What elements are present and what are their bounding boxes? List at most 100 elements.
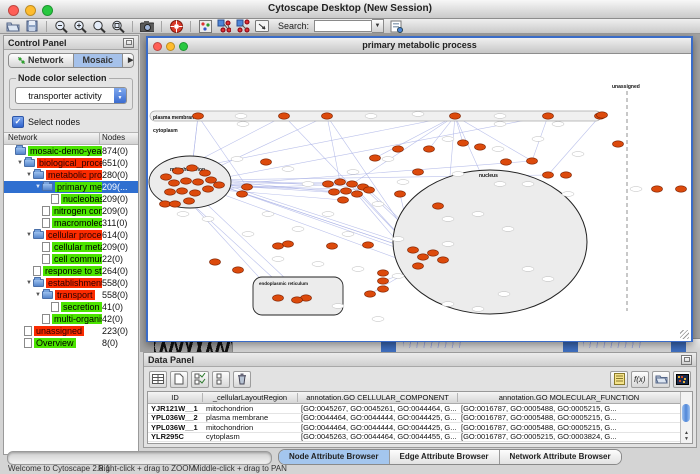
expander-icon[interactable]: ▼ <box>34 292 42 298</box>
float-panel-icon[interactable] <box>123 38 134 48</box>
network-node[interactable] <box>273 295 284 301</box>
vizmapper-icon[interactable] <box>198 20 212 33</box>
tree-item-multi-organism-process[interactable]: multi-organism pro42(0) <box>4 313 138 325</box>
titlebar[interactable]: Cytoscape Desktop (New Session) <box>0 0 700 19</box>
column-header-molecular-function[interactable]: annotation.GO MOLECULAR_FUNCTION <box>458 393 681 402</box>
cell-component[interactable]: [GO:0044464, GO:0044444, GO:0044425, G..… <box>298 413 458 422</box>
network-node[interactable] <box>363 242 374 248</box>
cell-function[interactable]: [GO:0016787, GO:0005488, GO:0005215, G..… <box>458 413 681 422</box>
network-node[interactable] <box>370 155 381 161</box>
layout-a-icon[interactable] <box>217 20 231 33</box>
column-header-id[interactable]: ID <box>148 393 203 402</box>
network-node[interactable] <box>181 178 192 184</box>
network-node[interactable] <box>292 297 303 303</box>
network-node[interactable] <box>177 188 188 194</box>
network-node[interactable] <box>613 141 624 147</box>
column-header-cellular-component[interactable]: annotation.GO CELLULAR_COMPONENT <box>298 393 458 402</box>
network-node[interactable] <box>378 278 389 284</box>
network-node[interactable] <box>378 270 389 276</box>
cell-id[interactable]: YPL036W__1 <box>148 423 203 432</box>
cell-region[interactable]: plasma membrane <box>203 413 298 422</box>
network-canvas[interactable]: plasma membrane cytoplasm mitochondrion … <box>148 54 691 341</box>
search-input[interactable] <box>314 20 372 32</box>
network-node[interactable] <box>408 247 419 253</box>
network-node[interactable] <box>237 191 248 197</box>
network-node[interactable] <box>341 188 352 194</box>
network-node[interactable] <box>203 186 214 192</box>
network-node[interactable] <box>335 179 346 185</box>
network-edge[interactable] <box>208 189 418 266</box>
close-button[interactable] <box>153 42 162 51</box>
network-node[interactable] <box>418 254 429 260</box>
network-node[interactable] <box>242 184 253 190</box>
network-node[interactable] <box>322 113 333 119</box>
tab-network-attribute-browser[interactable]: Network Attribute Browser <box>499 450 621 464</box>
expander-icon[interactable]: ▼ <box>34 184 42 190</box>
cell-function[interactable]: [GO:0016787, GO:0005488, GO:0005215, G..… <box>458 404 681 413</box>
network-node[interactable] <box>393 146 404 152</box>
cell-component[interactable]: [GO:0045263, GO:0044464, GO:0044455, G..… <box>298 432 458 441</box>
delete-attribute-icon[interactable] <box>233 371 251 388</box>
tree-item-overview[interactable]: Overview8(0) <box>4 337 138 349</box>
tab-edge-attribute-browser[interactable]: Edge Attribute Browser <box>389 450 499 464</box>
tree-item-primary-metabolic[interactable]: ▼primary metabo209(... <box>4 181 138 193</box>
network-node[interactable] <box>210 259 221 265</box>
network-node[interactable] <box>161 174 172 180</box>
layout-b-icon[interactable] <box>236 20 250 33</box>
attribute-table-icon[interactable] <box>149 371 167 388</box>
cell-component[interactable]: [GO:0045267, GO:0045261, GO:0044464, G..… <box>298 404 458 413</box>
network-node[interactable] <box>395 191 406 197</box>
network-edge[interactable] <box>455 116 532 161</box>
network-node[interactable] <box>160 201 171 207</box>
column-header-cellular-layout-region[interactable]: _cellularLayoutRegion <box>203 393 298 402</box>
cell-id[interactable]: YKR052C <box>148 442 203 444</box>
table-row[interactable]: YPL036W__1mitochondrion[GO:0044464, GO:0… <box>148 423 681 433</box>
network-node[interactable] <box>173 168 184 174</box>
cell-function[interactable]: [GO:0016787, GO:0005215, GO:0003824, G..… <box>458 432 681 441</box>
network-node[interactable] <box>193 113 204 119</box>
scrollbar-thumb[interactable] <box>682 404 690 422</box>
help-icon[interactable] <box>169 20 183 33</box>
import-attributes-icon[interactable] <box>652 371 670 388</box>
function-builder-icon[interactable]: f(x) <box>631 371 649 388</box>
network-node[interactable] <box>378 286 389 292</box>
tree-header-nodes[interactable]: Nodes <box>100 133 138 144</box>
cell-id[interactable]: YPL036W__2 <box>148 413 203 422</box>
save-icon[interactable] <box>25 20 39 33</box>
zoom-in-icon[interactable] <box>73 20 87 33</box>
network-node[interactable] <box>450 113 461 119</box>
network-node[interactable] <box>279 113 290 119</box>
zoom-fit-icon[interactable] <box>92 20 106 33</box>
cell-region[interactable]: mitochondrion <box>203 423 298 432</box>
zoom-selected-icon[interactable] <box>111 20 125 33</box>
network-node[interactable] <box>676 186 687 192</box>
tab-mosaic[interactable]: Mosaic <box>73 54 123 67</box>
table-scrollbar[interactable]: ▲▼ <box>680 392 692 443</box>
cell-function[interactable]: [GO:0016787, GO:0005488, GO:0005215, G..… <box>458 423 681 432</box>
tree-item-establishment-of-localization[interactable]: ▼establishment of lo558(0) <box>4 277 138 289</box>
cell-function[interactable]: [GO:0005488, GO:0005215, GO:0003674] <box>458 442 681 444</box>
tree-item-cellular-process[interactable]: ▼cellular process614(0) <box>4 229 138 241</box>
tree-header-network[interactable]: Network <box>4 133 100 144</box>
close-button[interactable] <box>8 5 19 16</box>
network-node[interactable] <box>365 291 376 297</box>
unselect-attributes-icon[interactable] <box>212 371 230 388</box>
network-node[interactable] <box>428 250 439 256</box>
snapshot-icon[interactable] <box>140 20 154 33</box>
network-node[interactable] <box>193 179 204 185</box>
network-node[interactable] <box>187 165 198 171</box>
network-node[interactable] <box>170 201 181 207</box>
zoom-button[interactable] <box>179 42 188 51</box>
table-row[interactable]: YPL036W__2plasma membrane[GO:0044464, GO… <box>148 414 681 424</box>
tab-network[interactable]: Network <box>9 54 73 67</box>
table-row[interactable]: YJR121W__1mitochondrion[GO:0045267, GO:0… <box>148 404 681 414</box>
network-node[interactable] <box>597 112 608 118</box>
search-dropdown-icon[interactable]: ▼ <box>372 19 384 33</box>
float-panel-icon[interactable] <box>681 355 692 365</box>
cell-region[interactable]: cytoplasm <box>203 442 298 444</box>
network-node[interactable] <box>501 159 512 165</box>
cell-id[interactable]: YJR121W__1 <box>148 404 203 413</box>
network-node[interactable] <box>543 113 554 119</box>
expander-icon[interactable]: ▼ <box>25 280 33 286</box>
minimize-button[interactable] <box>166 42 175 51</box>
